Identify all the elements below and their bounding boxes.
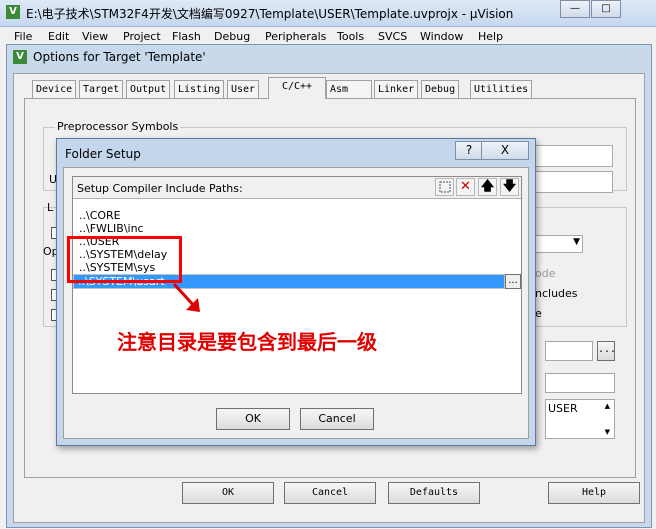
misc-controls-field[interactable] [545, 373, 615, 393]
annotation-arrow [172, 282, 200, 312]
menu-file[interactable]: File [14, 30, 32, 43]
folder-setup-title: Folder Setup [65, 147, 141, 161]
tab-debug[interactable]: Debug [421, 80, 460, 98]
help-icon[interactable]: ? [455, 141, 483, 160]
include-paths-label: Setup Compiler Include Paths: [77, 182, 243, 195]
cancel-button[interactable]: Cancel [284, 482, 376, 504]
annotation-text: 注意目录是要包含到最后一级 [117, 330, 377, 354]
help-button[interactable]: Help [548, 482, 640, 504]
browse-folder-button[interactable]: ... [505, 274, 521, 289]
include-paths-list: Setup Compiler Include Paths: ✕ 🡅 🡇 ..\C… [72, 176, 522, 394]
move-up-icon[interactable]: 🡅 [478, 178, 497, 196]
main-window-title: E:\电子技术\STM32F4开发\文档编写0927\Template\USER… [26, 7, 514, 21]
compiler-string-value: USER [548, 402, 578, 415]
menu-debug[interactable]: Debug [214, 30, 250, 43]
tab-c-cpp[interactable]: C/C++ [268, 77, 326, 99]
scroll-down-icon[interactable]: ▼ [605, 428, 610, 436]
path-item[interactable]: ..\CORE [79, 209, 121, 222]
tab-listing[interactable]: Listing [174, 80, 225, 98]
tab-target[interactable]: Target [79, 80, 124, 98]
close-icon[interactable]: X [481, 141, 529, 160]
include-paths-field[interactable] [545, 341, 593, 361]
folder-ok-button[interactable]: OK [216, 408, 290, 430]
menu-window[interactable]: Window [420, 30, 463, 43]
menu-bar: File Edit View Project Flash Debug Perip… [0, 27, 656, 45]
tab-linker[interactable]: Linker [374, 80, 419, 98]
scroll-up-icon[interactable]: ▲ [605, 402, 610, 410]
menu-flash[interactable]: Flash [172, 30, 201, 43]
language-label: L [47, 201, 54, 214]
restore-button[interactable]: □ [591, 0, 621, 18]
new-folder-icon[interactable] [435, 178, 454, 196]
options-dialog-title-bar: V Options for Target 'Template' [7, 45, 651, 69]
menu-peripherals[interactable]: Peripherals [265, 30, 326, 43]
tab-device[interactable]: Device [32, 80, 77, 98]
menu-tools[interactable]: Tools [337, 30, 364, 43]
folder-cancel-button[interactable]: Cancel [300, 408, 374, 430]
minimize-button[interactable]: — [560, 0, 590, 18]
ok-button[interactable]: OK [182, 482, 274, 504]
folder-setup-dialog: Folder Setup ? X Setup Compiler Include … [56, 138, 536, 446]
uvision-app-icon: V [6, 5, 20, 19]
folder-setup-client: Setup Compiler Include Paths: ✕ 🡅 🡇 ..\C… [63, 167, 529, 439]
move-down-icon[interactable]: 🡇 [500, 178, 519, 196]
path-item[interactable]: ..\FWLIB\inc [79, 222, 144, 235]
menu-edit[interactable]: Edit [48, 30, 69, 43]
mode-label: ode [535, 267, 556, 280]
defaults-button[interactable]: Defaults [388, 482, 480, 504]
compiler-string-field: USER ▲ ▼ [545, 399, 615, 439]
options-dialog-icon: V [13, 50, 27, 64]
menu-view[interactable]: View [82, 30, 108, 43]
new-folder-icon-svg [439, 181, 450, 193]
include-paths-browse-button[interactable]: ... [597, 341, 616, 361]
options-dialog-title: Options for Target 'Template' [33, 50, 206, 64]
menu-project[interactable]: Project [123, 30, 161, 43]
include-paths-header: Setup Compiler Include Paths: ✕ 🡅 🡇 [73, 177, 521, 199]
tab-user[interactable]: User [227, 80, 260, 98]
main-title-bar: V E:\电子技术\STM32F4开发\文档编写0927\Template\US… [0, 0, 656, 27]
chevron-down-icon: ▼ [573, 237, 580, 247]
e-label: e [535, 307, 542, 320]
preprocessor-label: Preprocessor Symbols [55, 120, 181, 133]
tab-utilities[interactable]: Utilities [470, 80, 533, 98]
tab-asm[interactable]: Asm [326, 80, 372, 98]
menu-help[interactable]: Help [478, 30, 503, 43]
annotation-highlight-box [67, 236, 182, 283]
delete-icon[interactable]: ✕ [456, 178, 475, 196]
menu-svcs[interactable]: SVCS [378, 30, 407, 43]
tab-output[interactable]: Output [126, 80, 171, 98]
includes-label: ncludes [535, 287, 578, 300]
